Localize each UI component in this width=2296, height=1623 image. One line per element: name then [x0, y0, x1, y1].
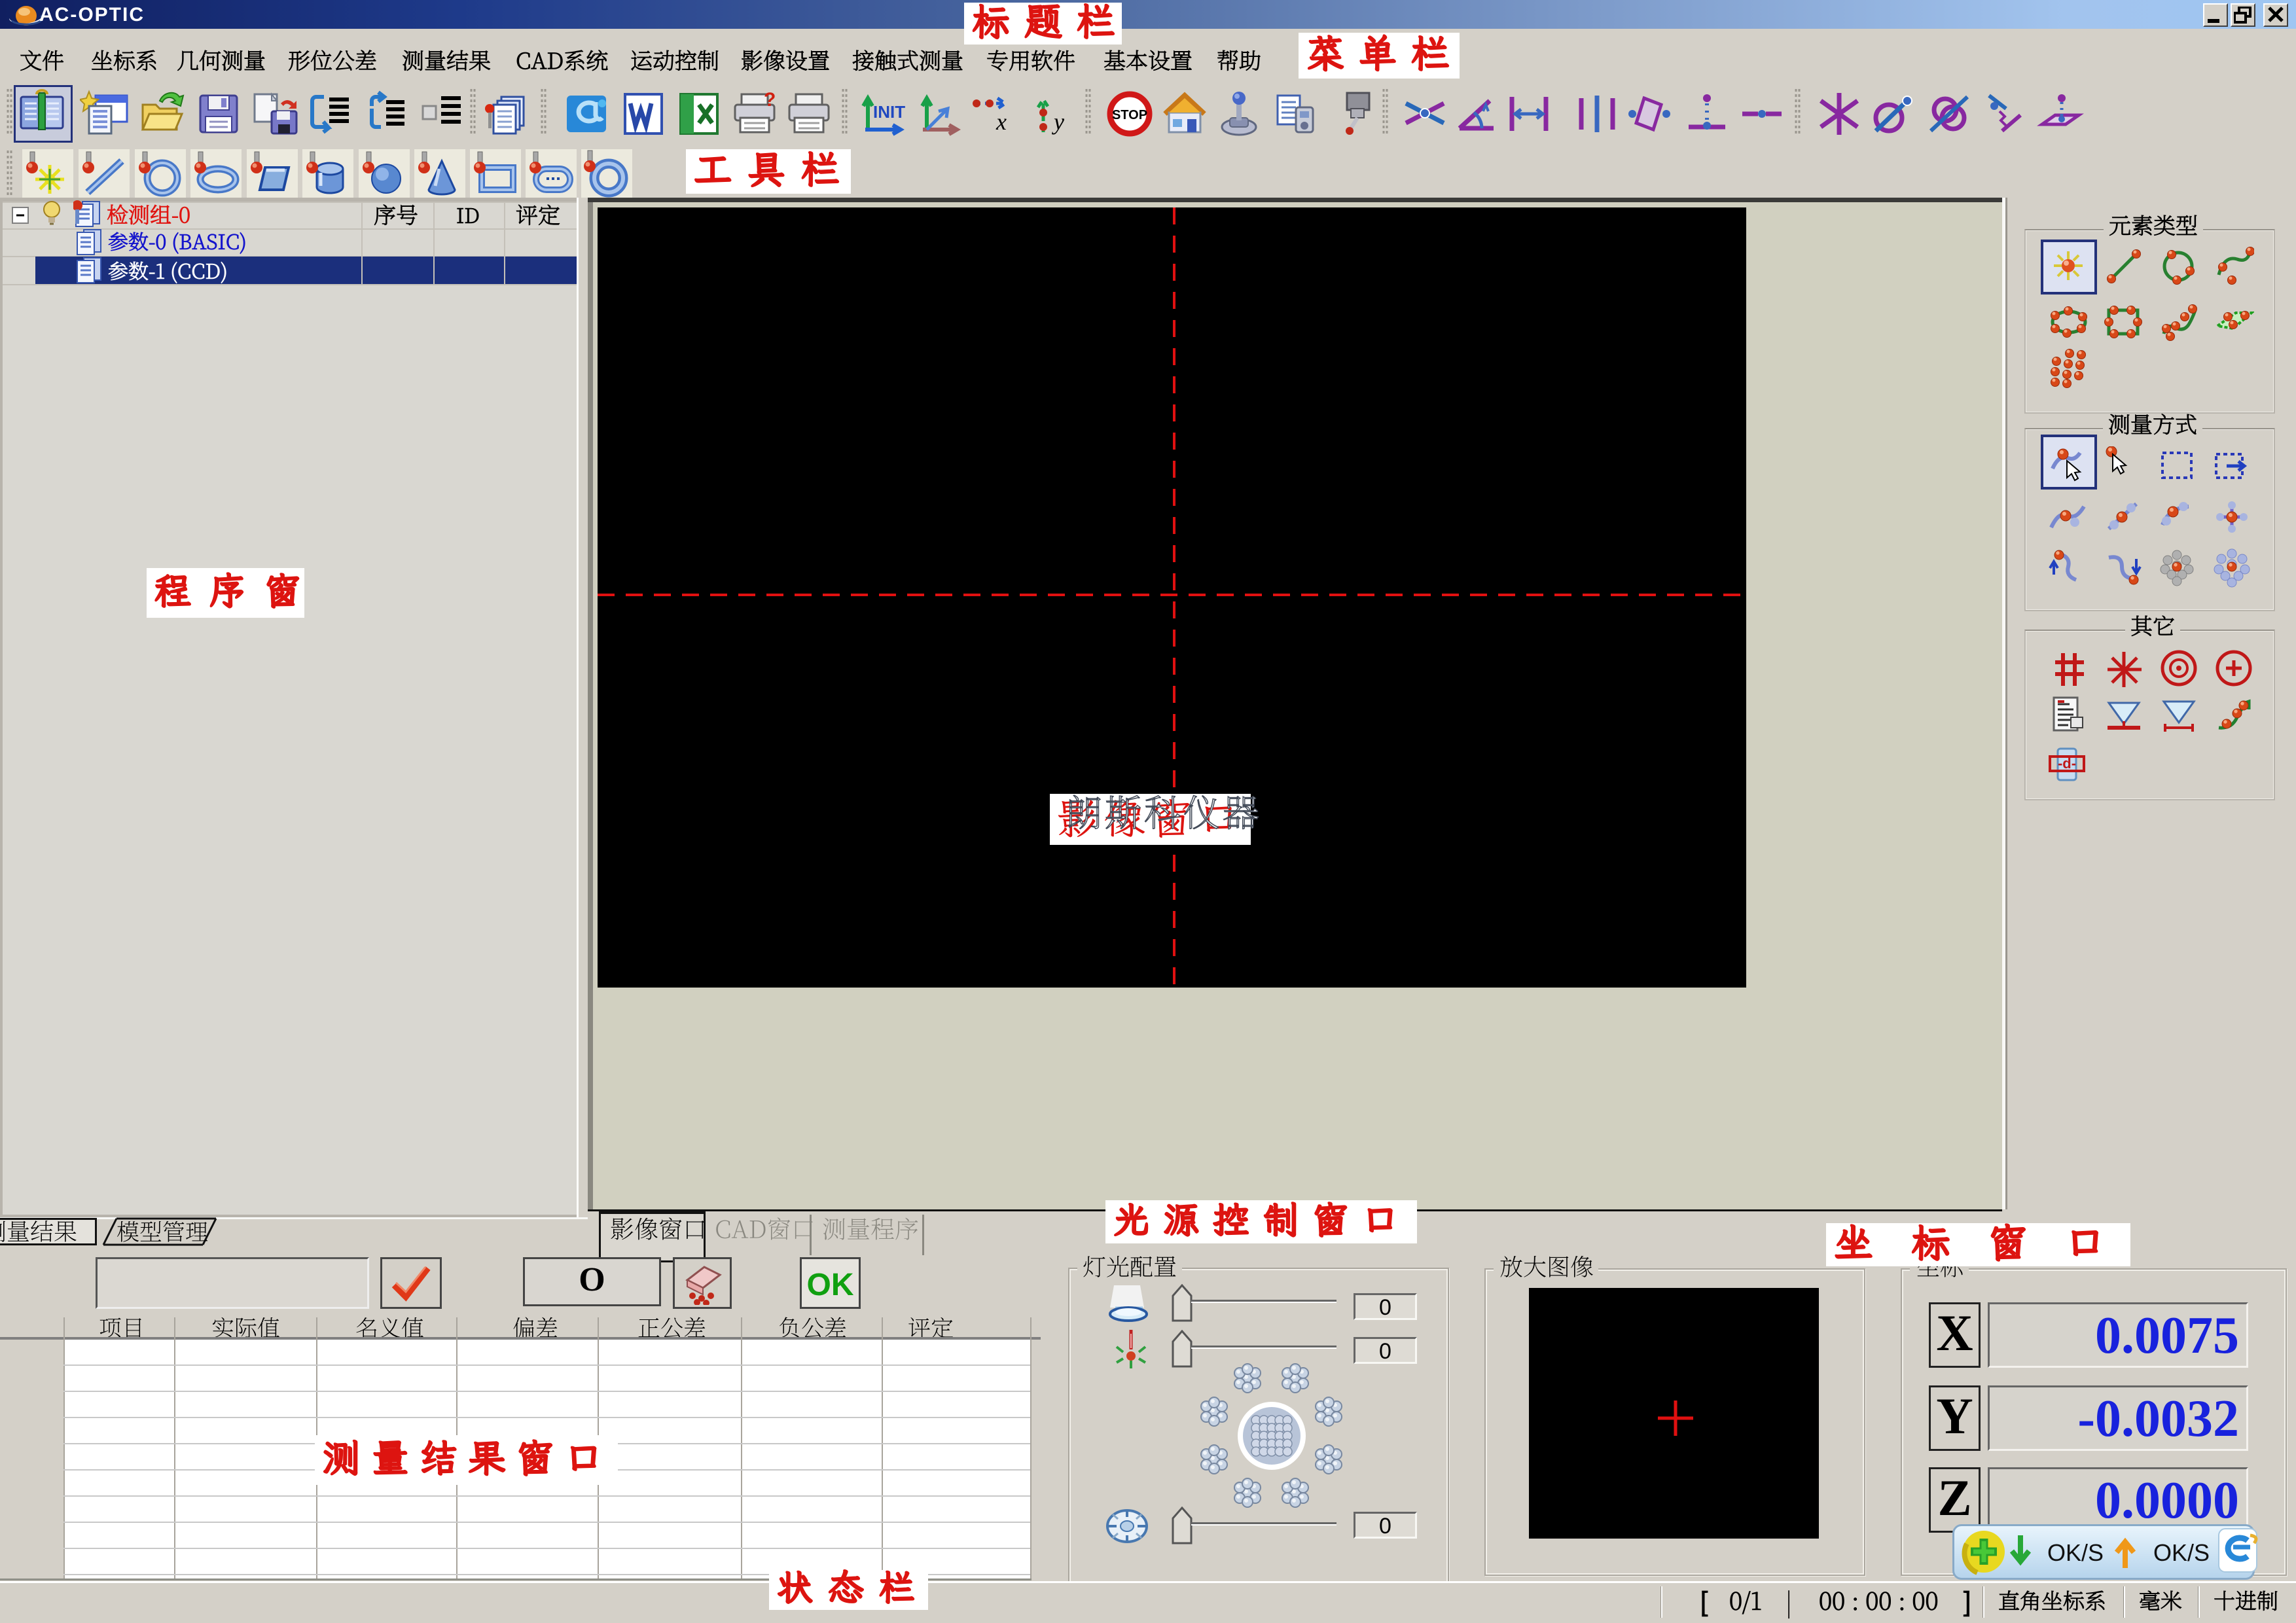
svg-text:-d-: -d- [2058, 755, 2076, 772]
svg-text:x: x [996, 109, 1007, 135]
svg-text:y: y [1052, 109, 1064, 135]
svg-text:INIT: INIT [873, 102, 905, 122]
svg-text:STOP: STOP [1112, 108, 1147, 122]
svg-text:?: ? [764, 89, 776, 111]
